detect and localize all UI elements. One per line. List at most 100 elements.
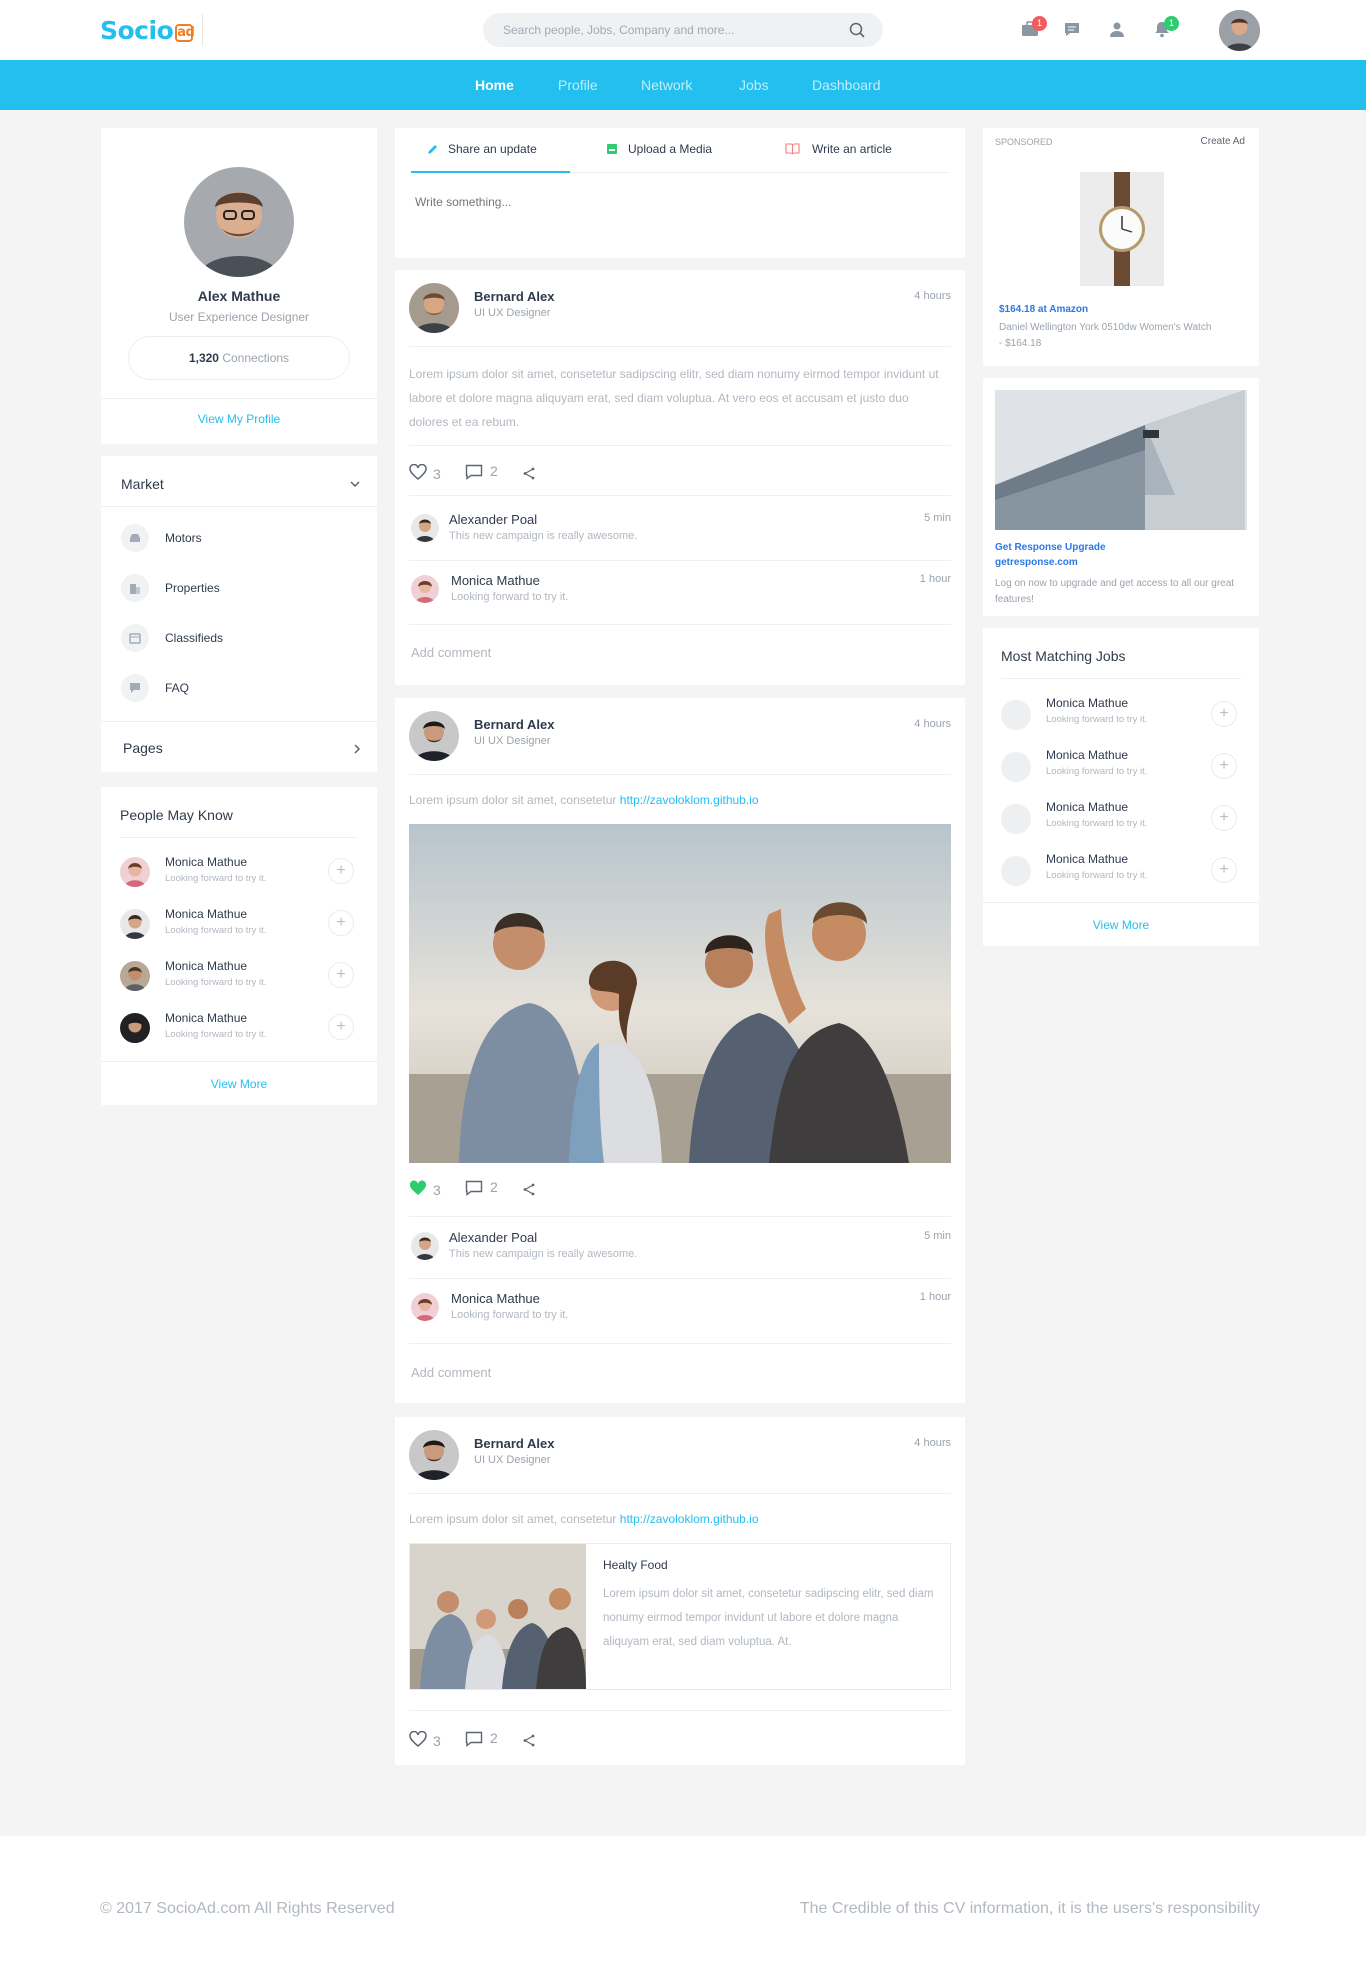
- market-title[interactable]: Market: [121, 476, 164, 492]
- share-icon[interactable]: [522, 1734, 536, 1747]
- promo-url[interactable]: getresponse.com: [995, 557, 1078, 568]
- job-name[interactable]: Monica Mathue: [1046, 696, 1128, 710]
- chat-icon[interactable]: [1063, 20, 1083, 40]
- tab-upload-media[interactable]: Upload a Media: [570, 128, 740, 173]
- reply-avatar[interactable]: [411, 1232, 439, 1260]
- job-sub: Looking forward to try it.: [1046, 870, 1148, 881]
- search-icon[interactable]: [849, 22, 865, 38]
- view-profile-link[interactable]: View My Profile: [101, 412, 377, 426]
- composer-input[interactable]: [415, 195, 945, 235]
- plus-icon: +: [1219, 861, 1229, 878]
- reply-name[interactable]: Monica Mathue: [451, 1291, 540, 1306]
- reply-avatar[interactable]: [411, 575, 439, 603]
- reply-name[interactable]: Alexander Poal: [449, 1230, 537, 1245]
- job-name[interactable]: Monica Mathue: [1046, 748, 1128, 762]
- person-avatar[interactable]: [120, 857, 150, 887]
- company-logo[interactable]: [1001, 804, 1031, 834]
- comment-icon[interactable]: [465, 1731, 483, 1747]
- comment-count: 2: [490, 1730, 498, 1746]
- job-name[interactable]: Monica Mathue: [1046, 800, 1128, 814]
- briefcase-icon[interactable]: 1: [1021, 16, 1047, 40]
- nav-network[interactable]: Network: [641, 77, 692, 93]
- link-embed[interactable]: Healty Food Lorem ipsum dolor sit amet, …: [409, 1543, 951, 1690]
- add-person-button[interactable]: +: [328, 910, 354, 936]
- person-name[interactable]: Monica Mathue: [165, 855, 247, 869]
- share-icon[interactable]: [522, 1183, 536, 1196]
- promo-image[interactable]: [995, 390, 1247, 530]
- tab-write-article[interactable]: Write an article: [740, 128, 950, 173]
- market-item-classifieds[interactable]: Classifieds: [121, 624, 357, 654]
- add-comment-input[interactable]: Add comment: [411, 645, 491, 660]
- ad-price[interactable]: $164.18 at Amazon: [999, 304, 1088, 315]
- company-logo[interactable]: [1001, 856, 1031, 886]
- add-person-button[interactable]: +: [328, 858, 354, 884]
- pages-title[interactable]: Pages: [123, 740, 163, 756]
- heart-icon[interactable]: [409, 464, 427, 480]
- connections-pill[interactable]: 1,320 Connections: [128, 336, 350, 380]
- heart-icon[interactable]: [409, 1731, 427, 1747]
- reply-name[interactable]: Monica Mathue: [451, 573, 540, 588]
- reply-avatar[interactable]: [411, 1293, 439, 1321]
- add-person-button[interactable]: +: [328, 1014, 354, 1040]
- add-person-button[interactable]: +: [328, 962, 354, 988]
- add-job-button[interactable]: +: [1211, 805, 1237, 831]
- post-link[interactable]: http://zavoloklom.github.io: [620, 1512, 759, 1526]
- person-name[interactable]: Monica Mathue: [165, 959, 247, 973]
- post-photo[interactable]: [409, 824, 951, 1163]
- post-link[interactable]: http://zavoloklom.github.io: [620, 793, 759, 807]
- market-item-label: Classifieds: [165, 631, 224, 645]
- promo-title[interactable]: Get Response Upgrade: [995, 542, 1106, 553]
- nav-jobs[interactable]: Jobs: [739, 77, 769, 93]
- chevron-down-icon[interactable]: [350, 480, 360, 488]
- search-input[interactable]: [483, 13, 823, 47]
- add-job-button[interactable]: +: [1211, 753, 1237, 779]
- people-view-more[interactable]: View More: [101, 1077, 377, 1091]
- author-avatar[interactable]: [409, 1430, 459, 1480]
- brand-logo[interactable]: Socio ad: [100, 16, 195, 45]
- nav-profile[interactable]: Profile: [558, 77, 598, 93]
- tab-share-update[interactable]: Share an update: [411, 128, 570, 173]
- reply-time: 5 min: [924, 1230, 951, 1242]
- person-avatar[interactable]: [120, 909, 150, 939]
- person-avatar[interactable]: [120, 1013, 150, 1043]
- bell-icon[interactable]: 1: [1153, 16, 1179, 40]
- profile-avatar[interactable]: [184, 167, 294, 277]
- market-item-faq[interactable]: FAQ: [121, 674, 357, 704]
- share-icon[interactable]: [522, 467, 536, 480]
- user-icon[interactable]: [1108, 20, 1128, 40]
- comment-icon[interactable]: [465, 1180, 483, 1196]
- author-name[interactable]: Bernard Alex: [474, 1436, 554, 1451]
- footer-copyright: © 2017 SocioAd.com All Rights Reserved: [100, 1900, 395, 1917]
- person-name[interactable]: Monica Mathue: [165, 907, 247, 921]
- person-name[interactable]: Monica Mathue: [165, 1011, 247, 1025]
- plus-icon: +: [336, 966, 346, 983]
- nav-home[interactable]: Home: [475, 77, 514, 93]
- company-logo[interactable]: [1001, 700, 1031, 730]
- job-name[interactable]: Monica Mathue: [1046, 852, 1128, 866]
- jobs-view-more[interactable]: View More: [983, 918, 1259, 932]
- add-comment-input[interactable]: Add comment: [411, 1365, 491, 1380]
- author-name[interactable]: Bernard Alex: [474, 717, 554, 732]
- comment-count: 2: [490, 463, 498, 479]
- chevron-right-icon[interactable]: [353, 744, 361, 754]
- connections-label: Connections: [222, 351, 290, 365]
- company-logo[interactable]: [1001, 752, 1031, 782]
- person-avatar[interactable]: [120, 961, 150, 991]
- post-card: Bernard Alex UI UX Designer 4 hours Lore…: [395, 698, 965, 1403]
- add-job-button[interactable]: +: [1211, 701, 1237, 727]
- watch-image[interactable]: [1080, 172, 1164, 286]
- add-job-button[interactable]: +: [1211, 857, 1237, 883]
- brand-name: Socio: [100, 16, 174, 45]
- market-item-motors[interactable]: Motors: [121, 524, 357, 554]
- heart-filled-icon[interactable]: [409, 1180, 427, 1196]
- author-avatar[interactable]: [409, 283, 459, 333]
- nav-dashboard[interactable]: Dashboard: [812, 77, 881, 93]
- reply-name[interactable]: Alexander Poal: [449, 512, 537, 527]
- create-ad-link[interactable]: Create Ad: [1201, 136, 1245, 147]
- user-avatar[interactable]: [1219, 10, 1260, 51]
- reply-avatar[interactable]: [411, 514, 439, 542]
- author-avatar[interactable]: [409, 711, 459, 761]
- comment-icon[interactable]: [465, 464, 483, 480]
- author-name[interactable]: Bernard Alex: [474, 289, 554, 304]
- market-item-properties[interactable]: Properties: [121, 574, 357, 604]
